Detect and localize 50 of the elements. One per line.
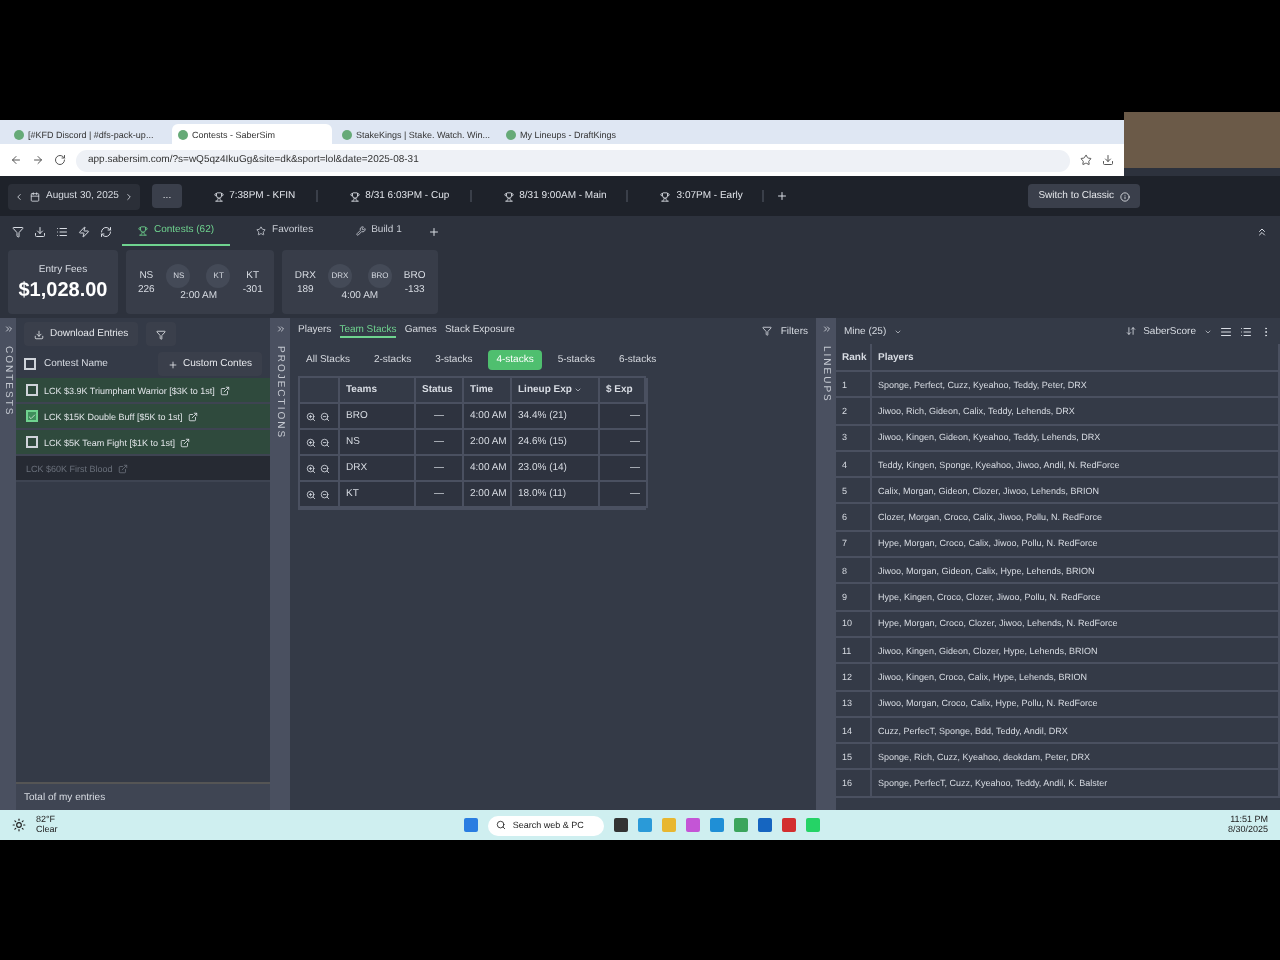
checkbox[interactable] [24, 358, 36, 370]
chevron-right-icon [124, 191, 135, 201]
zoom-in-icon[interactable] [306, 411, 316, 421]
star-icon[interactable] [1080, 154, 1092, 166]
zoom-in-icon[interactable] [306, 489, 316, 499]
sort-icon [1125, 326, 1136, 336]
filter-button[interactable] [146, 322, 177, 346]
expand-icon[interactable] [275, 324, 285, 334]
plus-icon [167, 359, 178, 369]
list-view-icon[interactable] [1220, 325, 1232, 337]
list-icon[interactable] [56, 225, 68, 237]
filter-icon [762, 326, 773, 336]
expand-icon[interactable] [3, 324, 13, 334]
zoom-out-icon[interactable] [320, 411, 330, 421]
star-icon [256, 225, 267, 235]
checkbox[interactable] [26, 410, 38, 422]
zoom-out-icon[interactable] [320, 463, 330, 473]
trophy-icon [213, 191, 224, 201]
filter-icon[interactable] [12, 225, 24, 237]
wrench-icon [355, 225, 366, 235]
calendar-icon [30, 191, 40, 201]
forward-icon[interactable] [32, 154, 44, 166]
trophy-icon [349, 191, 360, 201]
expand-icon[interactable] [821, 324, 831, 334]
reload-icon[interactable] [54, 154, 66, 166]
entry-fees-value: $1,028.00 [18, 279, 108, 301]
trophy-icon [138, 225, 148, 235]
search-icon [496, 820, 507, 830]
download-icon[interactable] [34, 225, 46, 237]
download-icon [34, 329, 44, 339]
back-icon[interactable] [10, 154, 22, 166]
checkbox[interactable] [26, 436, 38, 448]
plus-icon[interactable] [776, 190, 789, 202]
checkbox[interactable] [26, 384, 38, 396]
trophy-icon [660, 191, 671, 201]
start-icon[interactable] [464, 818, 479, 832]
list-view-icon[interactable] [1240, 325, 1252, 337]
info-icon [1120, 191, 1130, 201]
zoom-out-icon[interactable] [320, 489, 330, 499]
bolt-icon[interactable] [78, 225, 90, 237]
zoom-in-icon[interactable] [306, 463, 316, 473]
download-icon[interactable] [1102, 154, 1114, 166]
zoom-out-icon[interactable] [320, 437, 330, 447]
plus-icon[interactable] [427, 225, 440, 237]
refresh-icon[interactable] [100, 225, 112, 237]
filter-icon [156, 329, 167, 339]
zoom-in-icon[interactable] [306, 437, 316, 447]
trophy-icon [503, 191, 514, 201]
chevron-left-icon [14, 191, 24, 201]
weather-icon [12, 818, 26, 832]
